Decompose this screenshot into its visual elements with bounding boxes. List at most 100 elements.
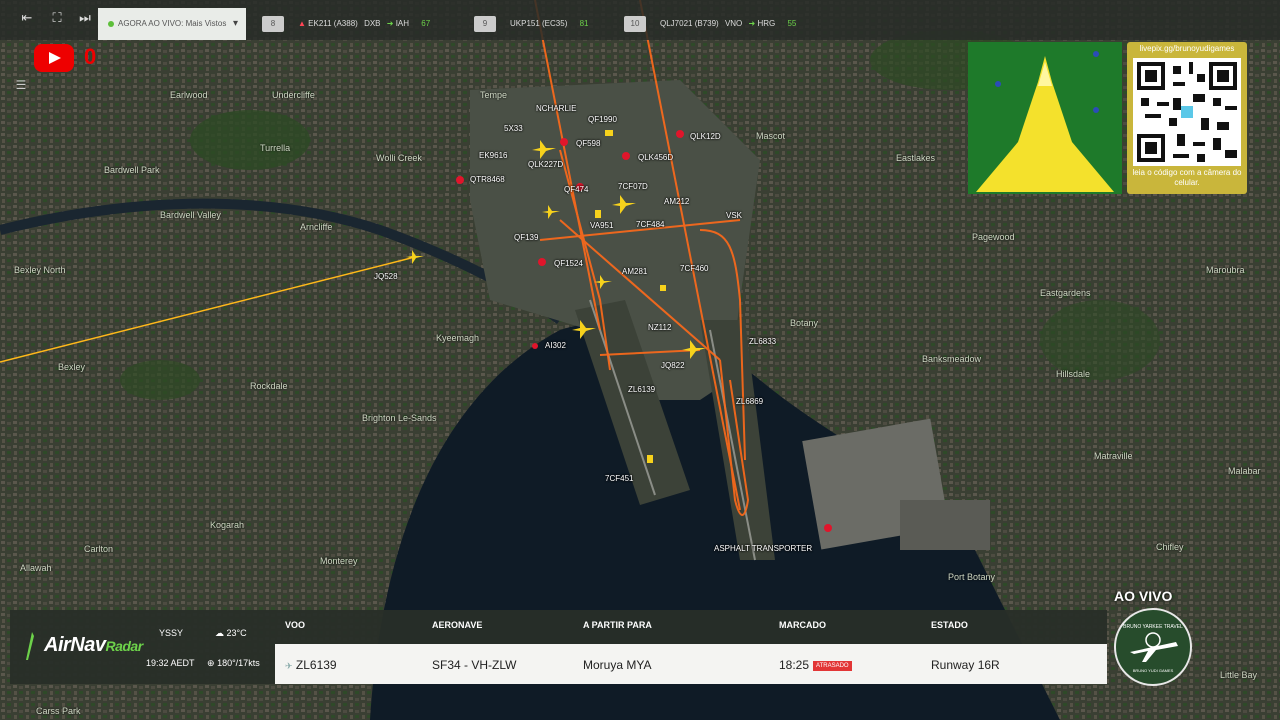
- aircraft-label[interactable]: QLK456D: [638, 153, 673, 162]
- aircraft-label[interactable]: NZ112: [648, 323, 671, 332]
- ticket-flight: QLJ7021 (B739): [660, 19, 719, 28]
- suburb-label: Port Botany: [948, 572, 996, 582]
- suburb-label: Hillsdale: [1056, 369, 1091, 379]
- fullscreen-icon[interactable]: ⛶: [48, 10, 66, 28]
- aircraft-label[interactable]: JQ822: [661, 361, 685, 370]
- aircraft-label[interactable]: QF474: [564, 185, 588, 194]
- ticket-eta: 81: [579, 19, 589, 28]
- aircraft-label[interactable]: ZL6833: [749, 337, 776, 346]
- airline-icon: ✈: [285, 661, 293, 671]
- ticket-number: 10: [624, 16, 646, 32]
- aircraft-label[interactable]: QF139: [514, 233, 538, 242]
- youtube-count: 0: [84, 44, 97, 69]
- table-header: VOO AERONAVE A PARTIR PARA MARCADO ESTAD…: [275, 610, 1107, 644]
- flight-info-panel: AirNavRadar YSSY 19:32 AEDT ☁ 23°C ⊕ 180…: [10, 610, 1107, 684]
- live-channel-select[interactable]: AGORA AO VIVO: Mais Vistos ▾: [98, 8, 246, 40]
- col-aircraft: AERONAVE: [432, 620, 483, 630]
- suburb-label: Rockdale: [250, 381, 288, 391]
- aircraft-label[interactable]: QF1990: [588, 115, 617, 124]
- flight-cell: ✈ ZL6139: [285, 658, 337, 672]
- aircraft-label[interactable]: 7CF451: [605, 474, 633, 483]
- col-status: ESTADO: [931, 620, 968, 630]
- aircraft-label[interactable]: VA951: [590, 221, 613, 230]
- suburb-label: Carlton: [84, 544, 114, 554]
- aircraft-label[interactable]: AM281: [622, 267, 647, 276]
- airnav-logo-main: AirNav: [44, 634, 106, 656]
- suburb-label: Bexley: [58, 362, 86, 372]
- suburb-label: Monterey: [320, 556, 358, 566]
- aircraft-label[interactable]: 5X33: [504, 124, 523, 133]
- suburb-label: Eastgardens: [1040, 288, 1091, 298]
- top-bar: ⇤ ⛶ ⏭ AGORA AO VIVO: Mais Vistos ▾ 8 ▲ EK…: [0, 0, 1280, 40]
- suburb-label: Maroubra: [1206, 265, 1245, 275]
- suburb-label: Pagewood: [972, 232, 1015, 242]
- ticket-number: 8: [262, 16, 284, 32]
- destination-cell: Moruya MYA: [583, 658, 652, 672]
- ticket-eta: 67: [421, 19, 431, 28]
- ticket-flight-10[interactable]: 10 QLJ7021 (B739) VNO ➜ HRG 55: [624, 16, 796, 32]
- qr-caption: leia o código com a câmera do celular.: [1132, 168, 1242, 187]
- qr-code-icon: [1133, 58, 1241, 166]
- qr-url: livepix.gg/brunoyudigames: [1139, 44, 1235, 53]
- aircraft-label[interactable]: AM212: [664, 197, 689, 206]
- ticket-from: DXB: [364, 19, 381, 28]
- aircraft-label[interactable]: 7CF460: [680, 264, 708, 273]
- aircraft-label[interactable]: QF598: [576, 139, 600, 148]
- ticket-flight-8[interactable]: 8 ▲ EK211 (A388) DXB ➜ IAH 67: [262, 16, 430, 32]
- badge-subtitle: BRUNO YUDI GAMES: [1132, 668, 1174, 673]
- ticket-number: 9: [474, 16, 496, 32]
- route-arrow-icon: ➜: [386, 19, 394, 28]
- ticket-from: VNO: [724, 19, 743, 28]
- temperature-value: 23°C: [226, 628, 247, 638]
- suburb-label: Bardwell Valley: [160, 210, 221, 220]
- suburb-label: Turrella: [260, 143, 291, 153]
- aircraft-label[interactable]: QTR8468: [470, 175, 505, 184]
- aircraft-label[interactable]: 7CF484: [636, 220, 664, 229]
- suburb-label: Wolli Creek: [376, 153, 422, 163]
- aircraft-label[interactable]: VSK: [726, 211, 742, 220]
- suburb-label: Banksmeadow: [922, 354, 982, 364]
- aircraft-label[interactable]: ZL6869: [736, 397, 763, 406]
- airport-code: YSSY: [159, 628, 184, 638]
- aircraft-label[interactable]: QF1524: [554, 259, 583, 268]
- aircraft-label[interactable]: QLK227D: [528, 160, 563, 169]
- wind-value: 180°/17kts: [217, 658, 260, 668]
- suburb-label: Tempe: [480, 90, 508, 100]
- thermometer-icon: ☁: [215, 628, 224, 638]
- list-icon[interactable]: ☰: [12, 78, 30, 94]
- wind-icon: ⊕: [207, 658, 215, 668]
- sidebar-toggle-icon[interactable]: ⇤: [18, 10, 36, 28]
- ticket-to: HRG: [757, 19, 776, 28]
- suburb-label: Malabar: [1228, 466, 1261, 476]
- suburb-label: Arncliffe: [300, 222, 333, 232]
- ticket-eta: 55: [787, 19, 797, 28]
- aircraft-label[interactable]: EK9616: [479, 151, 507, 160]
- airport-info: AirNavRadar YSSY 19:32 AEDT ☁ 23°C ⊕ 180…: [10, 610, 275, 684]
- youtube-icon[interactable]: [34, 44, 74, 72]
- ticket-flight: EK211 (A388): [308, 19, 358, 28]
- scheduled-time: 18:25: [779, 658, 810, 672]
- aircraft-label[interactable]: JQ528: [374, 272, 398, 281]
- airnav-logo-sub: Radar: [105, 638, 143, 654]
- flight-number: ZL6139: [295, 658, 337, 672]
- rocket-logo-icon: [968, 42, 1122, 194]
- route-arrow-icon: ➜: [748, 19, 756, 28]
- aircraft-label[interactable]: QLK12D: [690, 132, 721, 141]
- livepix-qr-card[interactable]: livepix.gg/brunoyudigames leia o código …: [1127, 42, 1247, 194]
- ticket-flight-9[interactable]: 9 UKP151 (EC35) 81: [474, 16, 589, 32]
- aircraft-label[interactable]: NCHARLIE: [536, 104, 576, 113]
- aircraft-label[interactable]: 7CF07D: [618, 182, 648, 191]
- skip-next-icon[interactable]: ⏭: [76, 10, 94, 28]
- suburb-label: Brighton Le-Sands: [362, 413, 437, 423]
- aircraft-label[interactable]: ASPHALT TRANSPORTER: [714, 544, 812, 553]
- suburb-label: Undercliffe: [272, 90, 315, 100]
- live-label: AO VIVO: [1114, 588, 1173, 604]
- col-flight: VOO: [285, 620, 306, 630]
- delay-badge: ATRASADO: [813, 660, 852, 671]
- aircraft-label[interactable]: AI302: [545, 341, 566, 350]
- aircraft-label[interactable]: ZL6139: [628, 385, 655, 394]
- table-row[interactable]: ✈ ZL6139 SF34 - VH-ZLW Moruya MYA 18:25 A…: [275, 644, 1107, 684]
- airnav-logo: AirNavRadar: [44, 634, 143, 657]
- live-value: Mais Vistos: [185, 19, 227, 28]
- suburb-label: Allawah: [20, 563, 52, 573]
